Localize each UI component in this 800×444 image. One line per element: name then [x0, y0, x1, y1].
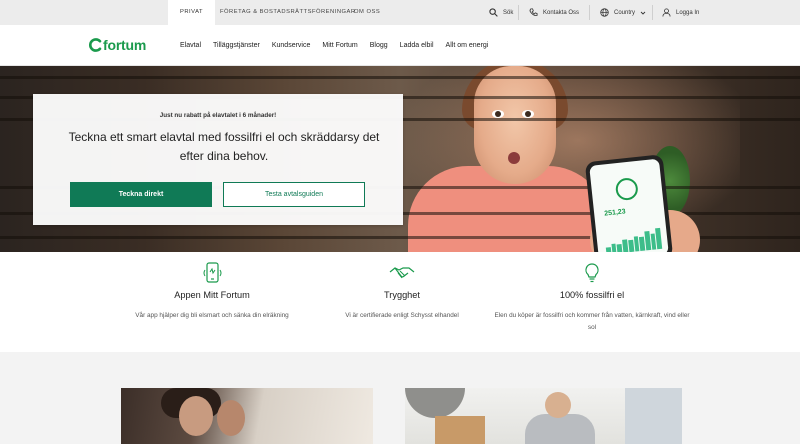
nav-links: Elavtal Tilläggstjänster Kundservice Mit…: [180, 25, 500, 66]
teckna-direkt-button[interactable]: Teckna direkt: [70, 182, 212, 207]
login-label: Logga In: [676, 9, 700, 16]
chevron-down-icon: [640, 11, 646, 15]
feature-title: 100% fossilfri el: [559, 290, 625, 300]
contact-link[interactable]: Kontakta Oss: [529, 0, 579, 25]
phone-mockup: 251,23: [584, 154, 674, 252]
moving-man-image[interactable]: [405, 388, 682, 444]
hero-mouth: [508, 152, 520, 164]
promo-headline: Teckna ett smart elavtal med fossilfri e…: [68, 130, 380, 163]
nav-item-tillaggstjanster[interactable]: Tilläggstjänster: [213, 42, 260, 49]
phone-value: 251,23: [603, 208, 626, 218]
phone-icon: [529, 8, 538, 16]
login-link[interactable]: Logga In: [662, 0, 699, 25]
feature-title: Trygghet: [384, 290, 420, 300]
couple-image[interactable]: [121, 388, 373, 444]
hero-person-face: [474, 66, 556, 184]
lightbulb-icon: [585, 263, 599, 283]
hero-eye: [492, 110, 504, 118]
feature-trygghet[interactable]: Trygghet Vi är certifierade enligt Schys…: [302, 262, 502, 322]
feature-desc: Vår app hjälper dig bli elsmart och sänk…: [135, 312, 289, 319]
divider: [518, 5, 519, 20]
divider: [652, 5, 653, 20]
tab-foretag[interactable]: FÖRETAG & BOSTADSRÄTTSFÖRENINGAR: [220, 0, 356, 25]
tab-privat[interactable]: PRIVAT: [168, 0, 216, 25]
feature-fossilfri[interactable]: 100% fossilfri el Elen du köper är fossi…: [492, 262, 692, 334]
nav-item-kundservice[interactable]: Kundservice: [272, 42, 311, 49]
image-detail: [405, 388, 465, 418]
country-label: Country: [614, 9, 636, 16]
feature-desc: Vi är certifierade enligt Schysst elhand…: [345, 312, 459, 319]
divider: [589, 5, 590, 20]
promo-card: Just nu rabatt på elavtalet i 6 månader!…: [33, 94, 403, 225]
country-selector[interactable]: Country: [600, 0, 646, 25]
fortum-logo-icon: [89, 38, 102, 52]
promo-kicker: Just nu rabatt på elavtalet i 6 månader!: [159, 112, 277, 119]
search-link[interactable]: Sök: [489, 0, 513, 25]
nav-item-blogg[interactable]: Blogg: [370, 42, 388, 49]
image-detail: [435, 416, 485, 444]
nav-item-ladda-elbil[interactable]: Ladda elbil: [400, 42, 434, 49]
search-label: Sök: [503, 9, 514, 16]
fortum-logo[interactable]: fortum: [89, 37, 146, 53]
nav-item-mitt-fortum[interactable]: Mitt Fortum: [322, 42, 357, 49]
image-detail: [525, 414, 595, 444]
app-ring-icon: [614, 177, 639, 202]
feature-title: Appen Mitt Fortum: [174, 290, 250, 300]
phone-bar-graph: [604, 227, 663, 252]
contact-label: Kontakta Oss: [543, 9, 580, 16]
globe-icon: [600, 8, 609, 17]
feature-desc: Elen du köper är fossilfri och kommer fr…: [494, 312, 690, 331]
main-nav: fortum Elavtal Tilläggstjänster Kundserv…: [0, 25, 800, 66]
tab-om-oss[interactable]: OM OSS: [354, 0, 380, 25]
lower-section: [0, 352, 800, 444]
utility-bar: PRIVAT FÖRETAG & BOSTADSRÄTTSFÖRENINGAR …: [0, 0, 800, 25]
hero-eye: [522, 110, 534, 118]
testa-avtalsguiden-button[interactable]: Testa avtalsguiden: [223, 182, 365, 207]
image-detail: [545, 392, 571, 418]
features-section: Appen Mitt Fortum Vår app hjälper dig bl…: [0, 252, 800, 352]
image-detail: [179, 396, 213, 436]
image-detail: [217, 400, 245, 436]
phone-screen: 251,23: [589, 158, 669, 252]
image-detail: [625, 388, 682, 444]
search-icon: [489, 8, 498, 17]
nav-item-allt-om-energi[interactable]: Allt om energi: [446, 42, 489, 49]
handshake-icon: [389, 267, 415, 279]
user-icon: [662, 8, 671, 17]
phone-app-icon: [203, 262, 222, 283]
logo-text: fortum: [103, 37, 147, 53]
blind-slat: [0, 76, 800, 79]
nav-item-elavtal[interactable]: Elavtal: [180, 42, 201, 49]
feature-app[interactable]: Appen Mitt Fortum Vår app hjälper dig bl…: [112, 262, 312, 322]
